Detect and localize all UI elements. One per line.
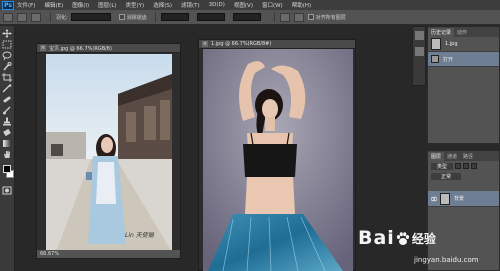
document-window-right[interactable]: × 1.jpg @ 66.7%(RGB/8#) <box>198 39 356 271</box>
step-name: 打开 <box>443 56 454 63</box>
photo-signature: Lin 天使猫 <box>125 232 154 239</box>
align-all-label: 对齐所有图层 <box>315 14 346 21</box>
document-title: 1.jpg @ 66.7%(RGB/8#) <box>211 41 272 47</box>
feather-label: 羽化: <box>56 14 68 21</box>
visibility-eye-icon[interactable] <box>431 196 437 202</box>
tools-panel <box>0 26 15 271</box>
menu-file[interactable]: 文件(F) <box>17 1 35 9</box>
quick-mask-icon[interactable] <box>2 186 12 195</box>
gradient-tool-icon[interactable] <box>2 139 12 148</box>
add-selection-icon[interactable] <box>31 12 41 22</box>
tab-paths[interactable]: 路径 <box>460 152 476 161</box>
close-icon[interactable]: × <box>40 45 46 51</box>
layer-row-background[interactable]: 背景 <box>428 191 499 207</box>
style-select[interactable] <box>160 13 189 21</box>
menu-help[interactable]: 帮助(H) <box>292 1 311 9</box>
snapshot-name: 1.jpg <box>445 41 458 47</box>
photo-street-girl <box>46 54 172 252</box>
antialias-label: 消除锯齿 <box>126 14 147 21</box>
menu-edit[interactable]: 编辑(E) <box>44 1 63 9</box>
history-snapshot[interactable]: 1.jpg <box>428 37 499 52</box>
history-step[interactable]: 打开 <box>428 52 499 67</box>
hand-tool-icon[interactable] <box>2 150 12 159</box>
eraser-tool-icon[interactable] <box>2 128 12 137</box>
watermark-text-right: 经验 <box>411 232 436 246</box>
refine-edge-icon[interactable] <box>279 12 290 22</box>
menu-3d[interactable]: 3D(D) <box>209 2 225 8</box>
photo-dancer <box>203 49 353 271</box>
document-window-left[interactable]: × 宝贝.jpg @ 66.7%(RGB/8) Lin 天使猫 66.67% <box>36 43 181 259</box>
layers-panel: 图层 通道 路径 类型 正常 背景 <box>427 150 500 271</box>
new-selection-icon[interactable] <box>17 12 27 22</box>
tab-channels[interactable]: 通道 <box>444 152 460 161</box>
panel-dock <box>412 26 426 86</box>
align-all-checkbox[interactable] <box>307 14 314 20</box>
filter-adjust-icon[interactable] <box>463 163 470 169</box>
move-tool-icon[interactable] <box>2 29 12 38</box>
menu-window[interactable]: 窗口(W) <box>262 1 283 9</box>
document-title-bar[interactable]: × 宝贝.jpg @ 66.7%(RGB/8) <box>37 44 180 53</box>
align-icon[interactable] <box>293 12 304 22</box>
document-title-bar[interactable]: × 1.jpg @ 66.7%(RGB/8#) <box>199 40 355 49</box>
layer-kind-select[interactable]: 类型 <box>431 162 454 170</box>
lock-row <box>428 181 499 191</box>
quick-select-tool-icon[interactable] <box>2 62 12 71</box>
menu-select[interactable]: 选择(S) <box>153 1 172 9</box>
layers-tabs: 图层 通道 路径 <box>428 151 499 161</box>
baidu-watermark: Bai 经验 <box>358 227 436 249</box>
width-input[interactable] <box>196 13 225 21</box>
brush-tool-icon[interactable] <box>2 106 12 115</box>
menu-type[interactable]: 类型(Y) <box>126 1 145 9</box>
zoom-status: 66.67% <box>37 250 180 258</box>
watermark-url: jingyan.baidu.com <box>414 256 479 264</box>
antialias-checkbox[interactable] <box>118 14 125 20</box>
filter-type-icon[interactable] <box>471 163 478 169</box>
height-input[interactable] <box>232 13 261 21</box>
snapshot-thumbnail <box>431 38 441 50</box>
baidu-paw-icon <box>396 232 409 245</box>
properties-icon[interactable] <box>415 47 424 56</box>
close-icon[interactable]: × <box>202 41 208 47</box>
separator <box>273 12 275 22</box>
tool-preset-icon[interactable] <box>3 12 13 22</box>
history-icon[interactable] <box>415 31 424 40</box>
step-icon <box>431 55 439 63</box>
filter-pixel-icon[interactable] <box>455 163 462 169</box>
watermark-text-left: Bai <box>358 227 395 249</box>
document-title: 宝贝.jpg @ 66.7%(RGB/8) <box>49 45 112 52</box>
foreground-color-swatch[interactable] <box>3 165 11 173</box>
photoshop-logo: Ps <box>2 0 14 10</box>
feather-input[interactable] <box>70 13 111 21</box>
marquee-tool-icon[interactable] <box>2 40 12 49</box>
blend-row: 正常 <box>428 171 499 181</box>
options-bar: 羽化: 消除锯齿 对齐所有图层 <box>0 10 500 25</box>
eyedropper-tool-icon[interactable] <box>2 84 12 93</box>
tab-history[interactable]: 历史记录 <box>428 28 455 37</box>
menu-layer[interactable]: 图层(L) <box>98 1 116 9</box>
history-panel: 历史记录 动作 1.jpg 打开 <box>427 26 500 144</box>
tab-actions[interactable]: 动作 <box>454 28 470 37</box>
menu-image[interactable]: 图像(I) <box>72 1 89 9</box>
separator <box>154 12 156 22</box>
menu-filter[interactable]: 滤镜(T) <box>181 1 200 9</box>
history-tabs: 历史记录 动作 <box>428 27 499 37</box>
lasso-tool-icon[interactable] <box>2 51 12 61</box>
clone-stamp-tool-icon[interactable] <box>2 117 12 126</box>
crop-tool-icon[interactable] <box>2 73 12 82</box>
menu-view[interactable]: 视图(V) <box>234 1 253 9</box>
layer-thumbnail <box>440 192 450 205</box>
separator <box>50 12 51 22</box>
healing-brush-tool-icon[interactable] <box>2 95 12 104</box>
tab-layers[interactable]: 图层 <box>428 152 445 161</box>
menu-bar: Ps 文件(F) 编辑(E) 图像(I) 图层(L) 类型(Y) 选择(S) 滤… <box>0 0 500 10</box>
layer-filter-row: 类型 <box>428 161 499 171</box>
blend-mode-select[interactable]: 正常 <box>431 172 462 180</box>
layer-name: 背景 <box>454 196 465 202</box>
